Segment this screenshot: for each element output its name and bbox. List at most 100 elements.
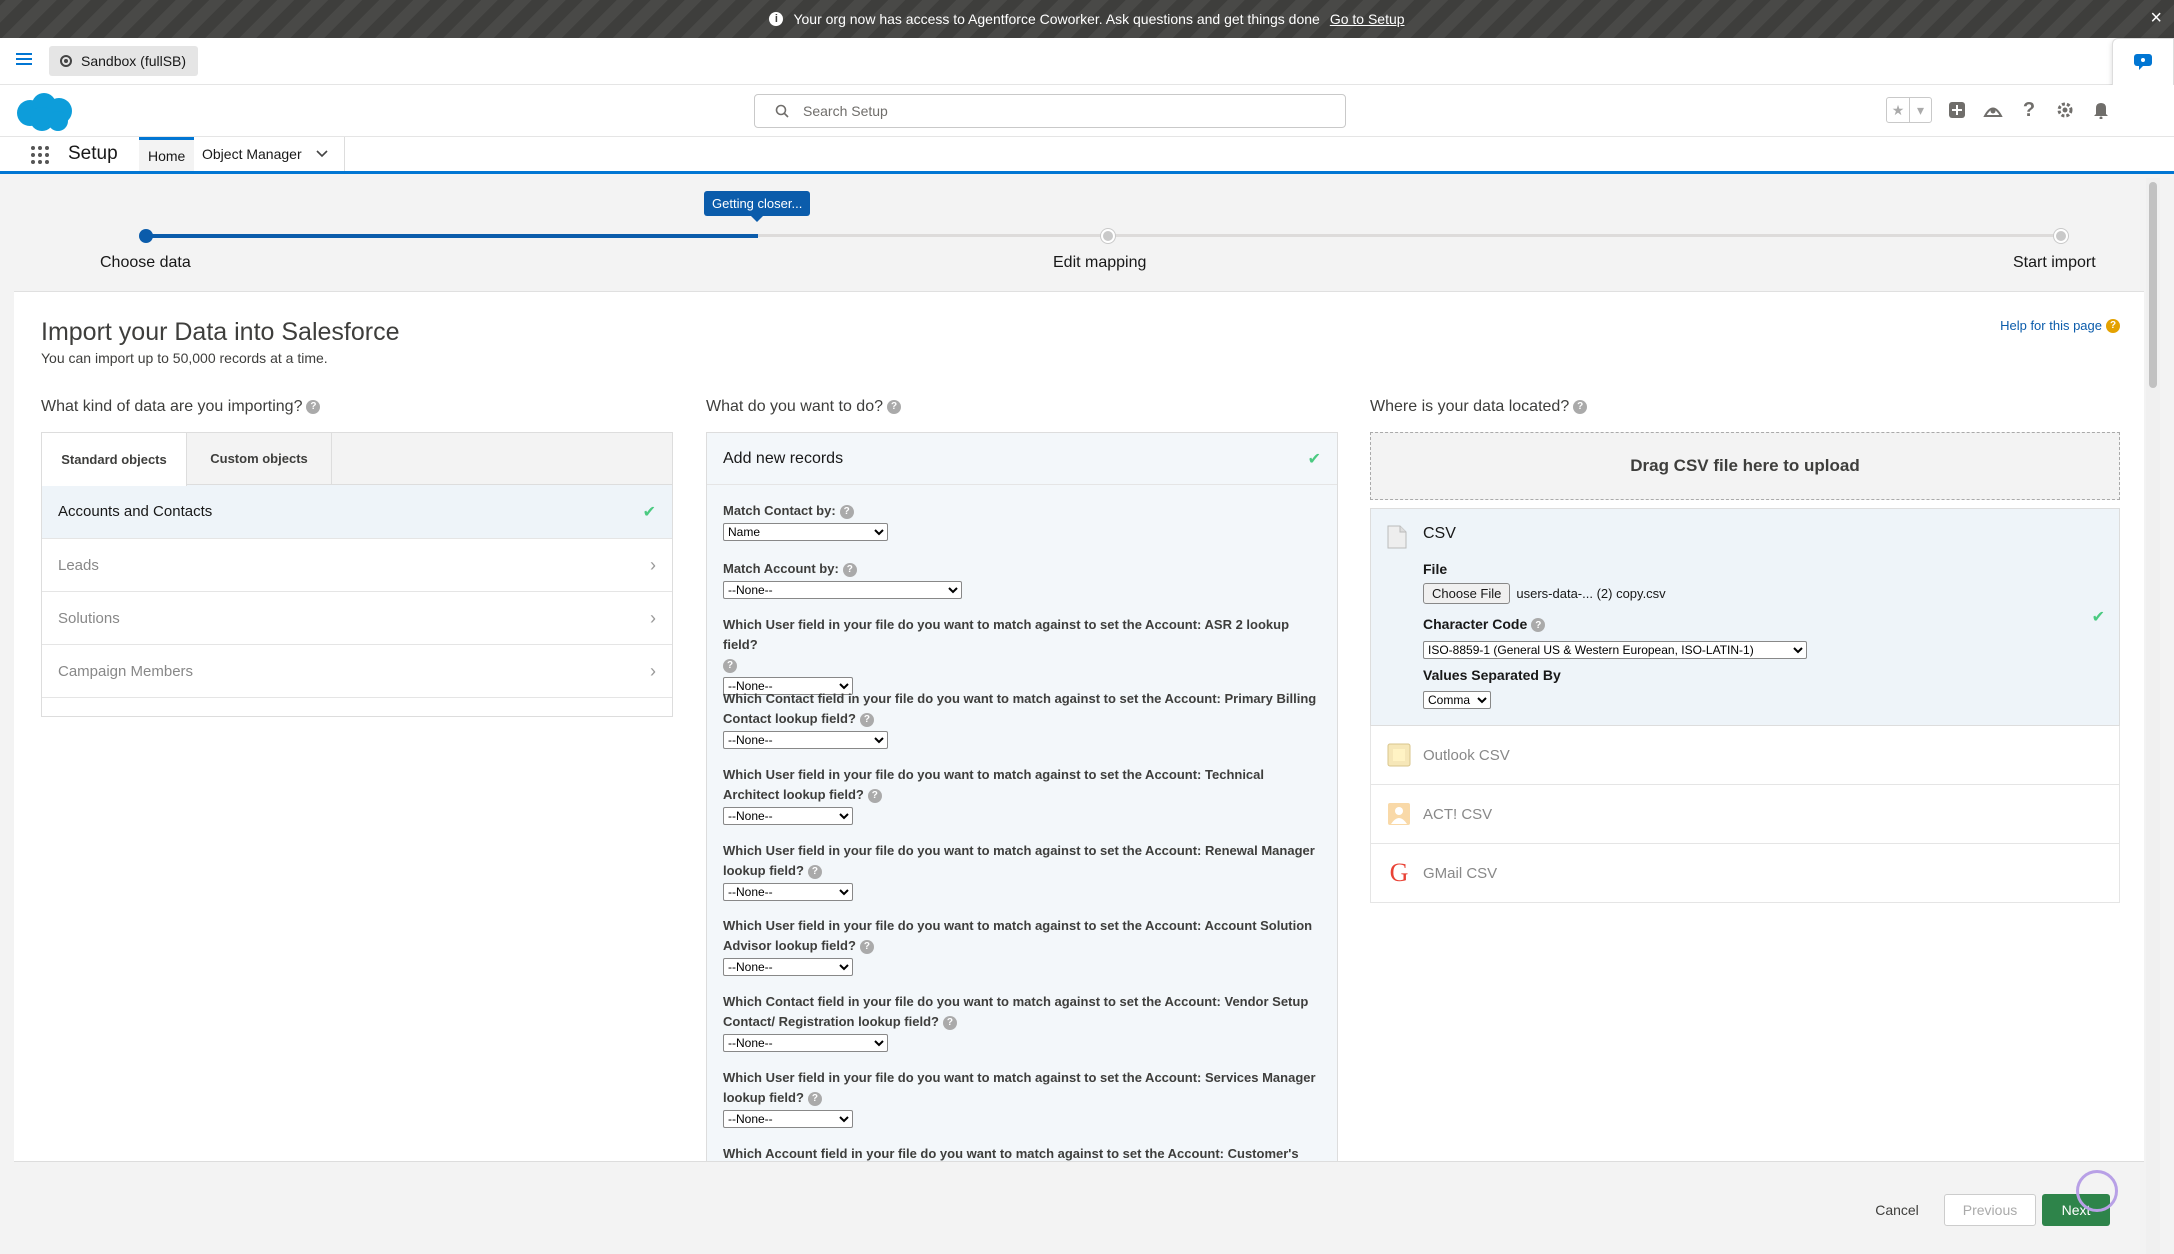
match-field-label: Which User field in your file do you wan…: [723, 617, 1290, 652]
chevron-right-icon: ›: [650, 660, 656, 681]
tab-standard-objects[interactable]: Standard objects: [42, 433, 187, 486]
object-picker: Standard objects Custom objects Accounts…: [41, 432, 673, 717]
help-icon[interactable]: ?: [859, 939, 874, 954]
cancel-button[interactable]: Cancel: [1864, 1194, 1930, 1226]
chat-icon[interactable]: [2133, 53, 2153, 71]
match-field: Match Account by:? --None--: [723, 559, 1323, 599]
chevron-down-icon[interactable]: ▾: [1909, 98, 1931, 122]
help-icon[interactable]: ?: [2018, 99, 2040, 121]
add-icon[interactable]: [1946, 99, 1968, 121]
favorites-button[interactable]: ★ ▾: [1886, 97, 1932, 123]
checkmark-icon: ✔: [642, 503, 656, 521]
data-source-panel: Drag CSV file here to upload CSV File Ch…: [1370, 432, 2120, 903]
choose-file-button[interactable]: Choose File: [1423, 583, 1511, 604]
step-marker: [1101, 229, 1115, 243]
salesforce-logo[interactable]: [14, 91, 74, 133]
help-icon[interactable]: ?: [1531, 618, 1546, 633]
info-icon: i: [769, 12, 784, 26]
object-item-label: Leads: [58, 556, 99, 574]
notifications-icon[interactable]: [2090, 99, 2112, 121]
outlook-csv-option[interactable]: Outlook CSV: [1370, 726, 2120, 785]
step-label: Start import: [2013, 254, 2096, 271]
match-field-label: Which User field in your file do you wan…: [723, 918, 1313, 953]
help-icon[interactable]: ?: [842, 562, 857, 577]
help-link[interactable]: Help for this page?: [2000, 318, 2120, 333]
match-contact-select[interactable]: Name: [723, 523, 888, 541]
lookup-select[interactable]: --None--: [723, 731, 888, 749]
file-label: File: [1423, 561, 1448, 577]
help-icon[interactable]: ?: [887, 399, 901, 414]
close-icon[interactable]: ×: [2150, 8, 2162, 28]
lookup-select[interactable]: --None--: [723, 807, 853, 825]
search-placeholder: Search Setup: [803, 103, 888, 119]
separator-select[interactable]: Comma: [1423, 691, 1491, 709]
app-nav: Setup Home Object Manager: [0, 137, 2174, 174]
star-icon[interactable]: ★: [1887, 98, 1909, 122]
chevron-down-icon[interactable]: [316, 150, 328, 158]
page-title: Import your Data into Salesforce: [41, 318, 400, 346]
lookup-select[interactable]: --None--: [723, 1034, 888, 1052]
progress-fill: [146, 234, 758, 238]
object-item-label: Solutions: [58, 609, 120, 627]
import-wizard: Getting closer... Choose data Edit mappi…: [14, 178, 2144, 1254]
tab-home[interactable]: Home: [139, 137, 195, 171]
search-input[interactable]: Search Setup: [754, 94, 1346, 128]
tab-object-manager-label: Object Manager: [202, 146, 302, 162]
csv-source-option[interactable]: CSV File Choose File users-data-... (2) …: [1370, 508, 2120, 726]
object-item-campaign-members[interactable]: Campaign Members ›: [42, 645, 672, 698]
trailhead-icon[interactable]: [1982, 99, 2004, 121]
object-item-accounts-contacts[interactable]: Accounts and Contacts ✔: [42, 485, 672, 539]
data-type-heading-label: What kind of data are you importing?: [41, 398, 303, 415]
object-item-label: Accounts and Contacts: [58, 503, 213, 520]
csv-drop-zone[interactable]: Drag CSV file here to upload: [1370, 432, 2120, 500]
help-icon[interactable]: ?: [807, 1091, 822, 1106]
match-field-label: Match Contact by:: [723, 503, 836, 518]
add-new-records-option[interactable]: Add new records ✔: [707, 433, 1337, 485]
match-field: Which Contact field in your file do you …: [723, 689, 1323, 749]
file-name: users-data-... (2) copy.csv: [1516, 586, 1666, 601]
tab-custom-objects[interactable]: Custom objects: [187, 433, 332, 484]
help-icon[interactable]: ?: [839, 504, 854, 519]
lookup-select[interactable]: --None--: [723, 1110, 853, 1128]
menu-icon[interactable]: [16, 52, 32, 66]
csv-title: CSV: [1423, 525, 1456, 542]
help-icon[interactable]: ?: [807, 864, 822, 879]
help-icon[interactable]: ?: [859, 712, 874, 727]
gmail-csv-option[interactable]: G GMail CSV: [1370, 844, 2120, 903]
object-item-solutions[interactable]: Solutions ›: [42, 592, 672, 645]
match-account-select[interactable]: --None--: [723, 581, 962, 599]
match-field: Which User field in your file do you wan…: [723, 615, 1323, 695]
source-label: ACT! CSV: [1423, 805, 1493, 823]
lookup-select[interactable]: --None--: [723, 883, 853, 901]
help-link-label[interactable]: Help for this page: [2000, 318, 2102, 333]
step-label: Edit mapping: [1053, 254, 1147, 271]
object-item-label: Campaign Members: [58, 662, 194, 680]
previous-button[interactable]: Previous: [1944, 1194, 2036, 1226]
act-csv-option[interactable]: ACT! CSV: [1370, 785, 2120, 844]
checkmark-icon: ✔: [1307, 450, 1321, 468]
help-icon[interactable]: ?: [942, 1015, 957, 1030]
app-launcher-icon[interactable]: [30, 145, 50, 165]
location-heading-label: Where is your data located?: [1370, 398, 1570, 415]
banner-text: Your org now has access to Agentforce Co…: [793, 11, 1320, 27]
match-field: Which User field in your file do you wan…: [723, 1068, 1323, 1128]
chevron-right-icon: ›: [650, 607, 656, 628]
sandbox-tab[interactable]: Sandbox (fullSB): [49, 46, 199, 76]
match-field-label: Match Account by:: [723, 561, 839, 576]
character-code-select[interactable]: ISO-8859-1 (General US & Western Europea…: [1423, 641, 1807, 659]
scrollbar[interactable]: [2146, 178, 2160, 1254]
google-icon: G: [1389, 858, 1409, 887]
help-icon[interactable]: ?: [867, 788, 882, 803]
scrollbar-thumb[interactable]: [2149, 182, 2157, 388]
help-icon[interactable]: ?: [723, 658, 737, 673]
help-icon[interactable]: ?: [306, 399, 321, 414]
match-field: Which User field in your file do you wan…: [723, 916, 1323, 976]
help-icon[interactable]: ?: [1573, 399, 1588, 414]
tab-object-manager[interactable]: Object Manager: [193, 137, 345, 171]
object-item-leads[interactable]: Leads ›: [42, 539, 672, 592]
act-icon: [1387, 802, 1411, 826]
settings-icon[interactable]: [2054, 99, 2076, 121]
lookup-select[interactable]: --None--: [723, 958, 853, 976]
go-to-setup-link[interactable]: Go to Setup: [1330, 11, 1405, 27]
step-label: Choose data: [100, 254, 191, 271]
